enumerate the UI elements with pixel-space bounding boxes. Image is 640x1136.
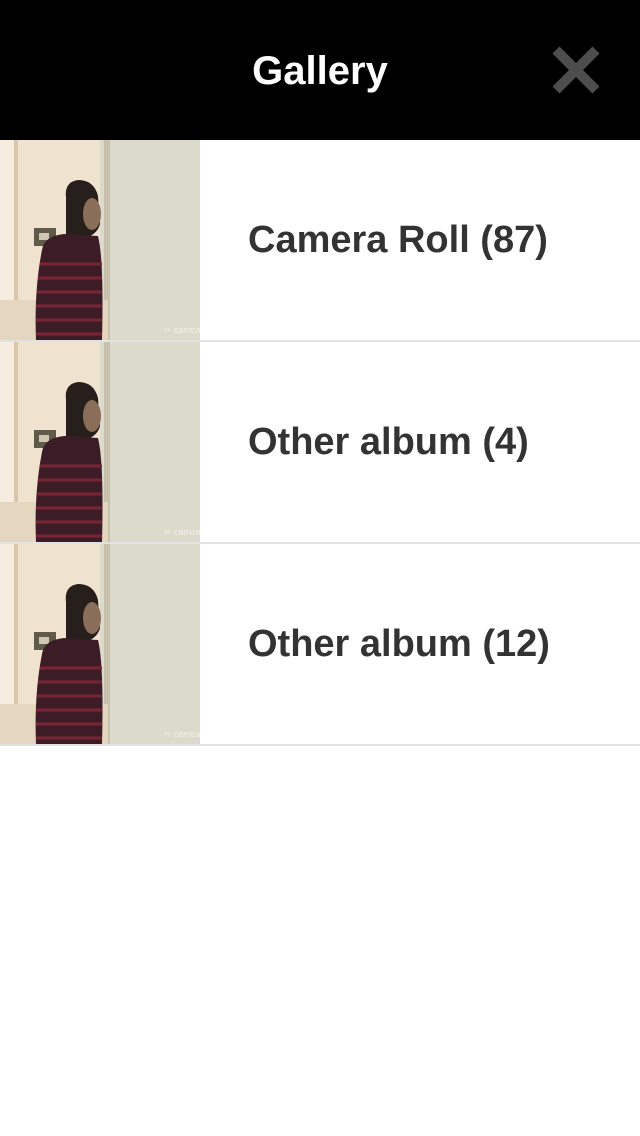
close-icon [552, 46, 600, 94]
svg-text:✂ camcam: ✂ camcam [164, 729, 200, 739]
album-title: Camera Roll (87) [248, 219, 548, 261]
svg-text:✂ camcam: ✂ camcam [164, 527, 200, 537]
svg-text:✂ camcam: ✂ camcam [164, 325, 200, 335]
album-row-camera-roll[interactable]: ✂ camcam Camera Roll (87) [0, 140, 640, 342]
navigation-bar: Gallery [0, 0, 640, 140]
album-thumbnail: ✂ camcam [0, 544, 200, 744]
album-thumbnail: ✂ camcam [0, 140, 200, 340]
gallery-screen: Gallery ✂ camca Camera Roll (87) ✂ camca… [0, 0, 640, 1136]
page-title: Gallery [252, 49, 388, 93]
album-list: ✂ camcam Camera Roll (87) [0, 140, 640, 746]
close-button[interactable] [546, 40, 606, 100]
album-row-other-album-1[interactable]: ✂ camcam Other album (4) [0, 342, 640, 544]
album-row-other-album-2[interactable]: ✂ camcam Other album (12) [0, 544, 640, 746]
album-thumbnail: ✂ camcam [0, 342, 200, 542]
album-title: Other album (12) [248, 623, 550, 665]
album-title: Other album (4) [248, 421, 529, 463]
